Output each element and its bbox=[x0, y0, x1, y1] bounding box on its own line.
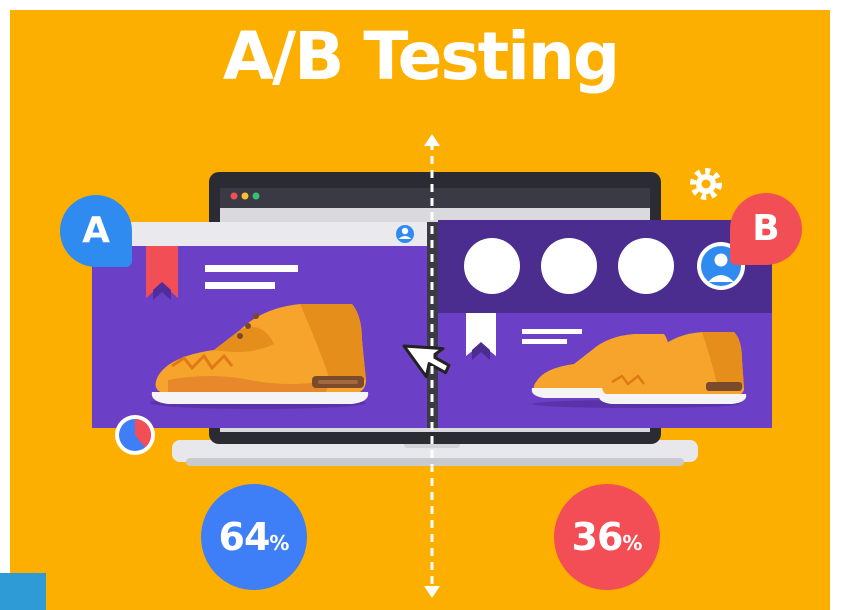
percent-unit: % bbox=[622, 531, 643, 555]
thumbnail-circle bbox=[618, 238, 674, 294]
variant-b-result: 36% bbox=[554, 484, 660, 590]
variant-b-percent: 36 bbox=[571, 515, 624, 559]
variant-a-panel bbox=[92, 222, 427, 428]
thumbnail-circle bbox=[541, 238, 597, 294]
variant-a-result: 64% bbox=[201, 484, 307, 590]
window-maximize-dot bbox=[252, 192, 260, 200]
window-minimize-dot bbox=[241, 192, 249, 200]
thumbnail-circle bbox=[464, 238, 520, 294]
percent-unit: % bbox=[269, 531, 290, 555]
variant-a-badge: A bbox=[60, 195, 132, 267]
ab-illustration bbox=[92, 134, 772, 598]
variant-b-panel bbox=[438, 220, 772, 428]
window-close-dot bbox=[230, 192, 238, 200]
gear-icon bbox=[690, 168, 722, 200]
variant-b-badge: B bbox=[730, 193, 802, 265]
pie-chart-icon bbox=[115, 415, 155, 455]
variant-a-percent: 64 bbox=[218, 515, 271, 559]
